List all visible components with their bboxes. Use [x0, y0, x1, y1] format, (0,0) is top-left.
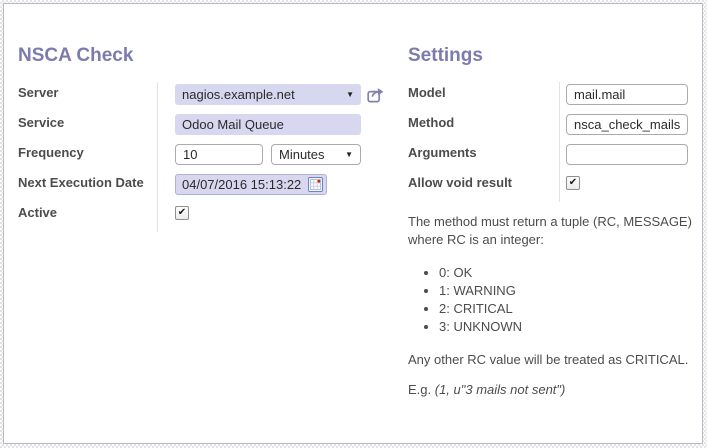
next-execution-date-value: 04/07/2016 15:13:22 — [182, 177, 301, 192]
method-help-text: The method must return a tuple (RC, MESS… — [408, 213, 692, 399]
frequency-label: Frequency — [18, 142, 157, 172]
active-checkbox[interactable]: ✔ — [175, 206, 189, 220]
field-row-next-execution-date: Next Execution Date 04/07/2016 15:13:22 — [18, 172, 388, 202]
external-link-icon[interactable] — [367, 87, 385, 108]
return-code-item: 0: OK — [439, 264, 692, 282]
field-row-arguments: Arguments — [408, 142, 692, 172]
return-code-list: 0: OK 1: WARNING 2: CRITICAL 3: UNKNOWN — [408, 264, 692, 336]
help-note: Any other RC value will be treated as CR… — [408, 351, 692, 369]
return-code-item: 3: UNKNOWN — [439, 318, 692, 336]
service-input[interactable] — [175, 114, 361, 135]
field-row-active: Active ✔ — [18, 202, 388, 232]
settings-title: Settings — [408, 44, 692, 67]
settings-group: Settings Model Method Arguments — [408, 44, 692, 443]
checkmark-icon: ✔ — [178, 208, 186, 218]
checkmark-icon: ✔ — [569, 178, 577, 188]
calendar-icon[interactable] — [308, 177, 323, 192]
field-row-frequency: Frequency Minutes ▼ — [18, 142, 388, 172]
server-select-value: nagios.example.net — [182, 87, 295, 102]
frequency-input[interactable] — [175, 144, 263, 165]
method-label: Method — [408, 112, 559, 142]
method-input[interactable] — [566, 114, 688, 135]
return-code-item: 2: CRITICAL — [439, 300, 692, 318]
help-example-value: (1, u"3 mails not sent") — [435, 382, 566, 397]
allow-void-result-checkbox[interactable]: ✔ — [566, 176, 580, 190]
help-example: E.g. (1, u"3 mails not sent") — [408, 381, 692, 399]
arguments-input[interactable] — [566, 144, 688, 165]
server-label: Server — [18, 82, 157, 112]
arguments-label: Arguments — [408, 142, 559, 172]
service-label: Service — [18, 112, 157, 142]
chevron-down-icon: ▼ — [346, 91, 354, 99]
screenshot-frame: NSCA Check Server nagios.example.net ▼ — [0, 0, 707, 448]
nsca-check-group: NSCA Check Server nagios.example.net ▼ — [18, 44, 388, 443]
nsca-check-rows: Server nagios.example.net ▼ — [18, 82, 388, 232]
return-code-item: 1: WARNING — [439, 282, 692, 300]
form-panel: NSCA Check Server nagios.example.net ▼ — [3, 3, 703, 444]
settings-rows: Model Method Arguments — [408, 82, 692, 202]
frequency-unit-value: Minutes — [279, 147, 325, 162]
help-intro: The method must return a tuple (RC, MESS… — [408, 213, 692, 249]
field-row-service: Service — [18, 112, 388, 142]
model-input[interactable] — [566, 84, 688, 105]
active-label: Active — [18, 202, 157, 232]
next-execution-date-input[interactable]: 04/07/2016 15:13:22 — [175, 174, 327, 195]
chevron-down-icon: ▼ — [345, 151, 353, 159]
field-row-model: Model — [408, 82, 692, 112]
help-example-prefix: E.g. — [408, 382, 435, 397]
field-row-method: Method — [408, 112, 692, 142]
model-label: Model — [408, 82, 559, 112]
next-execution-date-label: Next Execution Date — [18, 172, 157, 202]
field-row-allow-void-result: Allow void result ✔ — [408, 172, 692, 202]
allow-void-result-label: Allow void result — [408, 172, 559, 202]
field-row-server: Server nagios.example.net ▼ — [18, 82, 388, 112]
server-select[interactable]: nagios.example.net ▼ — [175, 84, 361, 105]
nsca-check-title: NSCA Check — [18, 44, 388, 67]
frequency-unit-select[interactable]: Minutes ▼ — [271, 144, 361, 165]
